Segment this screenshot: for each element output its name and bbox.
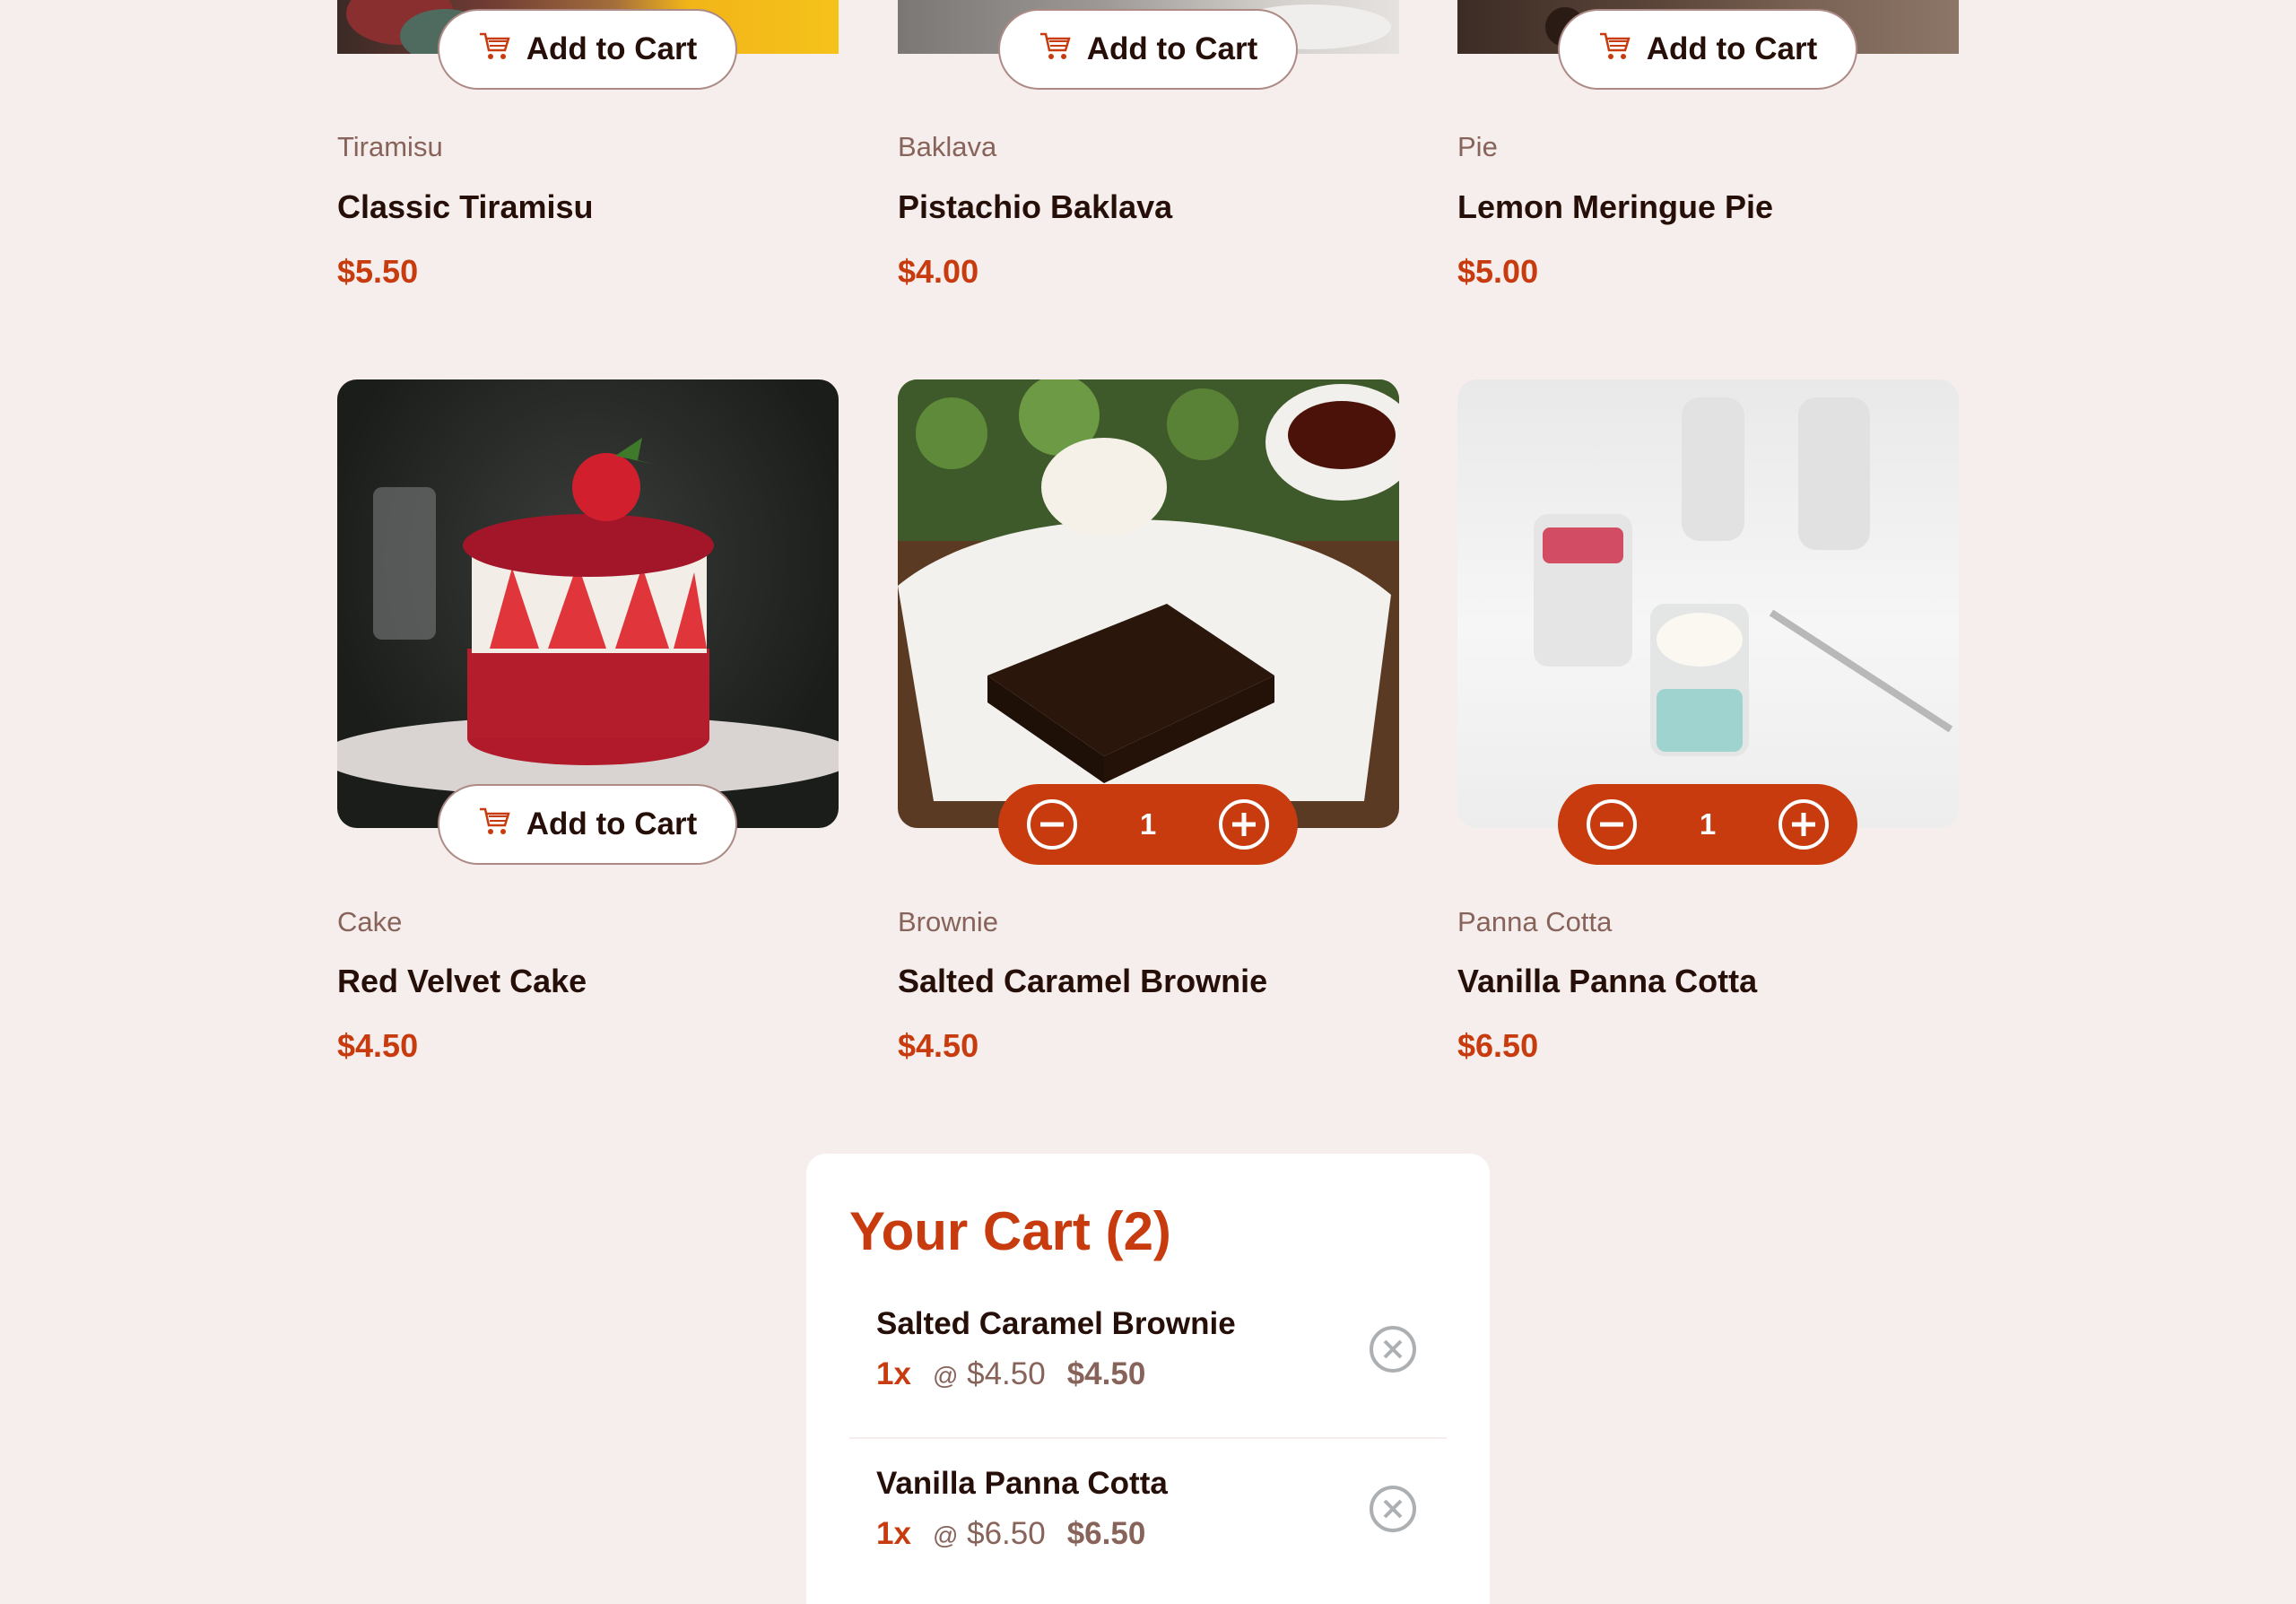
cart-item-qty: 1x — [876, 1356, 911, 1391]
product-name: Pistachio Baklava — [898, 188, 1173, 225]
product-price: $5.00 — [1457, 253, 1539, 290]
cart-icon — [1598, 31, 1632, 69]
cart-item-qty: 1x — [876, 1516, 911, 1551]
cart-item: Vanilla Panna Cotta 1x @ $6.50 $6.50 — [849, 1439, 1447, 1599]
brownie-photo — [898, 379, 1399, 801]
product-image — [1457, 379, 1959, 828]
add-to-cart-label: Add to Cart — [526, 31, 698, 66]
minus-circle-icon[interactable] — [1587, 799, 1637, 850]
cart-item: Salted Caramel Brownie 1x @ $4.50 $4.50 — [849, 1279, 1447, 1439]
cart-item-total: $6.50 — [1066, 1516, 1146, 1551]
add-to-cart-button[interactable]: Add to Cart — [438, 9, 737, 90]
product-category: Cake — [337, 906, 403, 937]
cart-icon — [478, 31, 512, 69]
add-to-cart-label: Add to Cart — [526, 806, 698, 841]
unit-price-value: $6.50 — [967, 1516, 1046, 1551]
add-to-cart-button[interactable]: Add to Cart — [998, 9, 1298, 90]
add-to-cart-label: Add to Cart — [1086, 31, 1258, 66]
cart-icon — [478, 806, 512, 844]
product-category: Pie — [1457, 131, 1498, 162]
quantity-value: 1 — [1699, 807, 1717, 841]
cart-item-name: Salted Caramel Brownie — [876, 1306, 1236, 1341]
product-name: Lemon Meringue Pie — [1457, 188, 1774, 225]
quantity-value: 1 — [1139, 807, 1157, 841]
product-name: Salted Caramel Brownie — [898, 963, 1268, 999]
panna-cotta-photo — [1534, 397, 1953, 756]
product-name: Classic Tiramisu — [337, 188, 594, 225]
product-category: Panna Cotta — [1457, 906, 1613, 937]
quantity-stepper[interactable]: 1 — [1558, 784, 1857, 865]
add-to-cart-button[interactable]: Add to Cart — [1558, 9, 1857, 90]
cart-item-unit-price: @ $4.50 — [933, 1356, 1046, 1392]
cart-item-total: $4.50 — [1066, 1356, 1146, 1391]
plus-circle-icon[interactable] — [1778, 799, 1829, 850]
at-sign: @ — [932, 1362, 959, 1390]
minus-circle-icon[interactable] — [1027, 799, 1077, 850]
product-price: $5.50 — [337, 253, 419, 290]
plus-circle-icon[interactable] — [1218, 799, 1269, 850]
product-name: Red Velvet Cake — [337, 963, 587, 999]
product-image — [898, 379, 1399, 828]
unit-price-value: $4.50 — [967, 1356, 1046, 1391]
cart-item-unit-price: @ $6.50 — [933, 1516, 1046, 1552]
add-to-cart-button[interactable]: Add to Cart — [438, 784, 737, 865]
remove-circle-icon[interactable] — [1368, 1484, 1418, 1534]
quantity-stepper[interactable]: 1 — [998, 784, 1298, 865]
remove-circle-icon[interactable] — [1368, 1324, 1418, 1374]
product-category: Tiramisu — [337, 131, 443, 162]
product-price: $4.50 — [337, 1027, 419, 1064]
product-category: Brownie — [898, 906, 998, 937]
product-name: Vanilla Panna Cotta — [1457, 963, 1758, 999]
cart-title: Your Cart (2) — [849, 1201, 1171, 1261]
product-price: $4.50 — [898, 1027, 979, 1064]
product-category: Baklava — [898, 131, 997, 162]
red-velvet-photo — [337, 438, 839, 797]
product-price: $4.00 — [898, 253, 979, 290]
at-sign: @ — [932, 1521, 959, 1549]
cart-icon — [1039, 31, 1073, 69]
cart-panel: Your Cart (2) Salted Caramel Brownie 1x … — [806, 1154, 1490, 1604]
add-to-cart-label: Add to Cart — [1646, 31, 1818, 66]
cart-item-name: Vanilla Panna Cotta — [876, 1466, 1168, 1501]
product-price: $6.50 — [1457, 1027, 1539, 1064]
product-image — [337, 379, 839, 828]
